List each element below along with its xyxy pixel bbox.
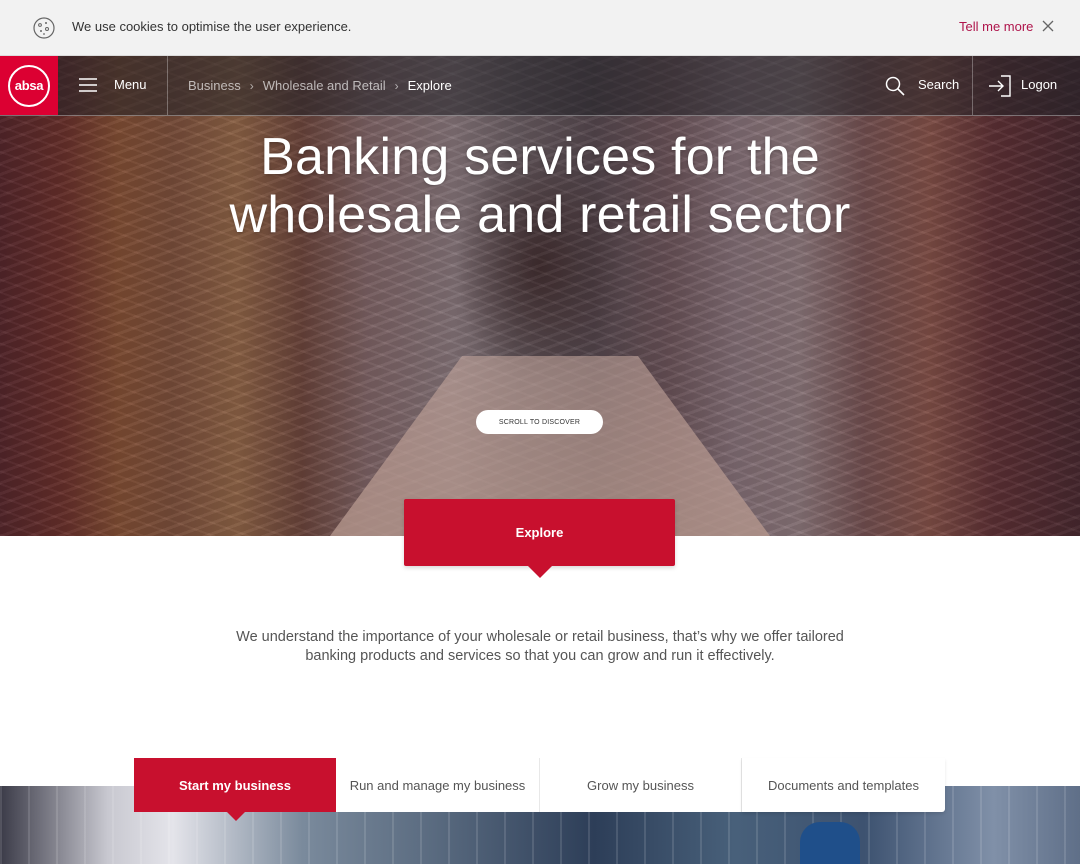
hero-title: Banking services for the wholesale and r… bbox=[0, 128, 1080, 244]
explore-pointer bbox=[528, 566, 552, 578]
search-label: Search bbox=[918, 77, 960, 92]
top-navigation: absa Menu Business › Wholesale and Retai… bbox=[0, 56, 1080, 116]
business-stage-tabs: Start my business Run and manage my busi… bbox=[134, 758, 945, 812]
menu-button[interactable]: Menu bbox=[58, 56, 168, 115]
tell-me-more-link[interactable]: Tell me more bbox=[959, 19, 1033, 34]
hero-title-line-2: wholesale and retail sector bbox=[229, 186, 851, 244]
search-button[interactable]: Search bbox=[868, 56, 973, 115]
scroll-to-discover-button[interactable]: SCROLL TO DISCOVER bbox=[476, 410, 603, 434]
breadcrumb-wholesale-retail[interactable]: Wholesale and Retail bbox=[263, 78, 386, 93]
breadcrumb: Business › Wholesale and Retail › Explor… bbox=[188, 78, 452, 93]
intro-line-2: banking products and services so that yo… bbox=[305, 648, 775, 664]
cookie-icon bbox=[33, 17, 55, 39]
logo-text: absa bbox=[8, 64, 50, 107]
search-icon bbox=[885, 76, 905, 96]
explore-tab[interactable]: Explore bbox=[404, 499, 675, 566]
hero-title-line-1: Banking services for the bbox=[260, 128, 820, 186]
cookie-message: We use cookies to optimise the user expe… bbox=[72, 19, 352, 34]
breadcrumb-business[interactable]: Business bbox=[188, 78, 241, 93]
tab-run-and-manage[interactable]: Run and manage my business bbox=[336, 758, 540, 812]
close-icon[interactable] bbox=[1040, 18, 1056, 34]
tab-grow-my-business[interactable]: Grow my business bbox=[540, 758, 742, 812]
intro-text: We understand the importance of your who… bbox=[200, 628, 880, 666]
active-tab-pointer bbox=[227, 812, 245, 821]
cookie-banner: We use cookies to optimise the user expe… bbox=[0, 0, 1080, 56]
menu-label: Menu bbox=[114, 77, 147, 92]
logon-button[interactable]: Logon bbox=[974, 56, 1080, 115]
logon-label: Logon bbox=[1021, 77, 1058, 92]
intro-line-1: We understand the importance of your who… bbox=[236, 629, 844, 645]
tab-documents-templates[interactable]: Documents and templates bbox=[742, 758, 945, 812]
absa-logo[interactable]: absa bbox=[0, 56, 58, 115]
login-icon bbox=[989, 75, 1011, 97]
chevron-right-icon: › bbox=[249, 78, 254, 93]
hamburger-icon bbox=[79, 78, 97, 92]
breadcrumb-explore: Explore bbox=[407, 78, 452, 93]
tab-start-my-business[interactable]: Start my business bbox=[134, 758, 336, 812]
chevron-right-icon: › bbox=[394, 78, 399, 93]
